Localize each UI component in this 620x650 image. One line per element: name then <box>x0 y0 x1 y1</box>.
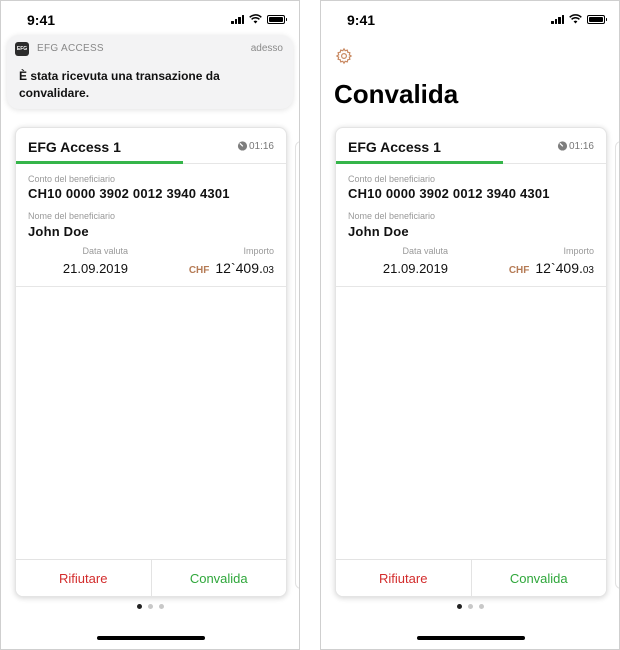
amount: CHF 12`409. 03 <box>509 260 594 276</box>
phone-screen-app: 9:41 Convalida EFG Access 1 01:16 Conto … <box>320 0 620 650</box>
status-icons <box>551 14 607 24</box>
home-indicator[interactable] <box>417 636 525 640</box>
battery-icon <box>267 14 287 24</box>
next-card-peek[interactable] <box>615 141 619 589</box>
beneficiary-name-label: Nome del beneficiario <box>28 211 116 221</box>
beneficiary-name-value: John Doe <box>28 224 89 239</box>
status-time: 9:41 <box>27 12 56 28</box>
amount-label: Importo <box>243 246 274 256</box>
wifi-icon <box>249 14 262 24</box>
account-value: CH10 0000 3902 0012 3940 4301 <box>348 186 550 201</box>
currency-code: CHF <box>188 265 210 276</box>
gear-icon[interactable] <box>335 47 353 65</box>
card-actions: Rifiutare Convalida <box>16 559 286 596</box>
reject-button[interactable]: Rifiutare <box>16 560 152 596</box>
signal-icon <box>551 14 564 24</box>
value-date: 21.09.2019 <box>62 261 128 276</box>
value-date-label: Data valuta <box>82 246 128 256</box>
beneficiary-name-label: Nome del beneficiario <box>348 211 436 221</box>
card-title: EFG Access 1 <box>348 139 441 155</box>
timer-value: 01:16 <box>248 141 274 152</box>
divider <box>336 286 606 287</box>
card-header: EFG Access 1 01:16 <box>16 128 286 164</box>
account-label: Conto del beneficiario <box>28 174 116 184</box>
value-date: 21.09.2019 <box>382 261 448 276</box>
push-notification[interactable]: EFG EFG ACCESS adesso È stata ricevuta u… <box>7 35 293 109</box>
page-dot[interactable] <box>467 604 473 609</box>
confirm-button[interactable]: Convalida <box>471 560 606 596</box>
notification-time: adesso <box>250 43 283 54</box>
status-time: 9:41 <box>347 12 376 28</box>
timer-icon <box>557 141 568 151</box>
amount-label: Importo <box>563 246 594 256</box>
notification-app-name: EFG ACCESS <box>37 43 104 54</box>
beneficiary-name-value: John Doe <box>348 224 409 239</box>
divider <box>16 286 286 287</box>
amount: CHF 12`409. 03 <box>189 260 274 276</box>
page-dot[interactable] <box>136 604 142 609</box>
timer-icon <box>237 141 248 151</box>
value-date-label: Data valuta <box>402 246 448 256</box>
card-header: EFG Access 1 01:16 <box>336 128 606 164</box>
battery-icon <box>587 14 607 24</box>
page-dot[interactable] <box>456 604 462 609</box>
home-indicator[interactable] <box>97 636 205 640</box>
timer-value: 01:16 <box>568 141 594 152</box>
card-actions: Rifiutare Convalida <box>336 559 606 596</box>
status-icons <box>231 14 287 24</box>
app-icon: EFG <box>15 42 29 56</box>
page-indicator[interactable] <box>1 604 299 609</box>
status-bar: 9:41 <box>321 1 619 41</box>
reject-button[interactable]: Rifiutare <box>336 560 472 596</box>
amount-integer: 12`409. <box>215 260 263 276</box>
page-dot[interactable] <box>158 604 164 609</box>
phone-screen-notification: 9:41 EFG EFG ACCESS adesso È stata ricev… <box>0 0 300 650</box>
signal-icon <box>231 14 244 24</box>
next-card-peek[interactable] <box>295 141 299 589</box>
account-label: Conto del beneficiario <box>348 174 436 184</box>
currency-code: CHF <box>508 265 530 276</box>
page-dot[interactable] <box>478 604 484 609</box>
countdown-progress-bar <box>336 161 504 164</box>
transaction-card: EFG Access 1 01:16 Conto del beneficiari… <box>15 127 287 597</box>
page-indicator[interactable] <box>321 604 619 609</box>
wifi-icon <box>569 14 582 24</box>
countdown-progress-bar <box>16 161 184 164</box>
amount-decimals: 03 <box>262 265 274 276</box>
amount-decimals: 03 <box>582 265 594 276</box>
transaction-card: EFG Access 1 01:16 Conto del beneficiari… <box>335 127 607 597</box>
amount-integer: 12`409. <box>535 260 583 276</box>
confirm-button[interactable]: Convalida <box>151 560 286 596</box>
page-dot[interactable] <box>147 604 153 609</box>
account-value: CH10 0000 3902 0012 3940 4301 <box>28 186 230 201</box>
notification-message: È stata ricevuta una transazione da conv… <box>19 69 220 100</box>
page-title: Convalida <box>334 79 459 109</box>
card-title: EFG Access 1 <box>28 139 121 155</box>
